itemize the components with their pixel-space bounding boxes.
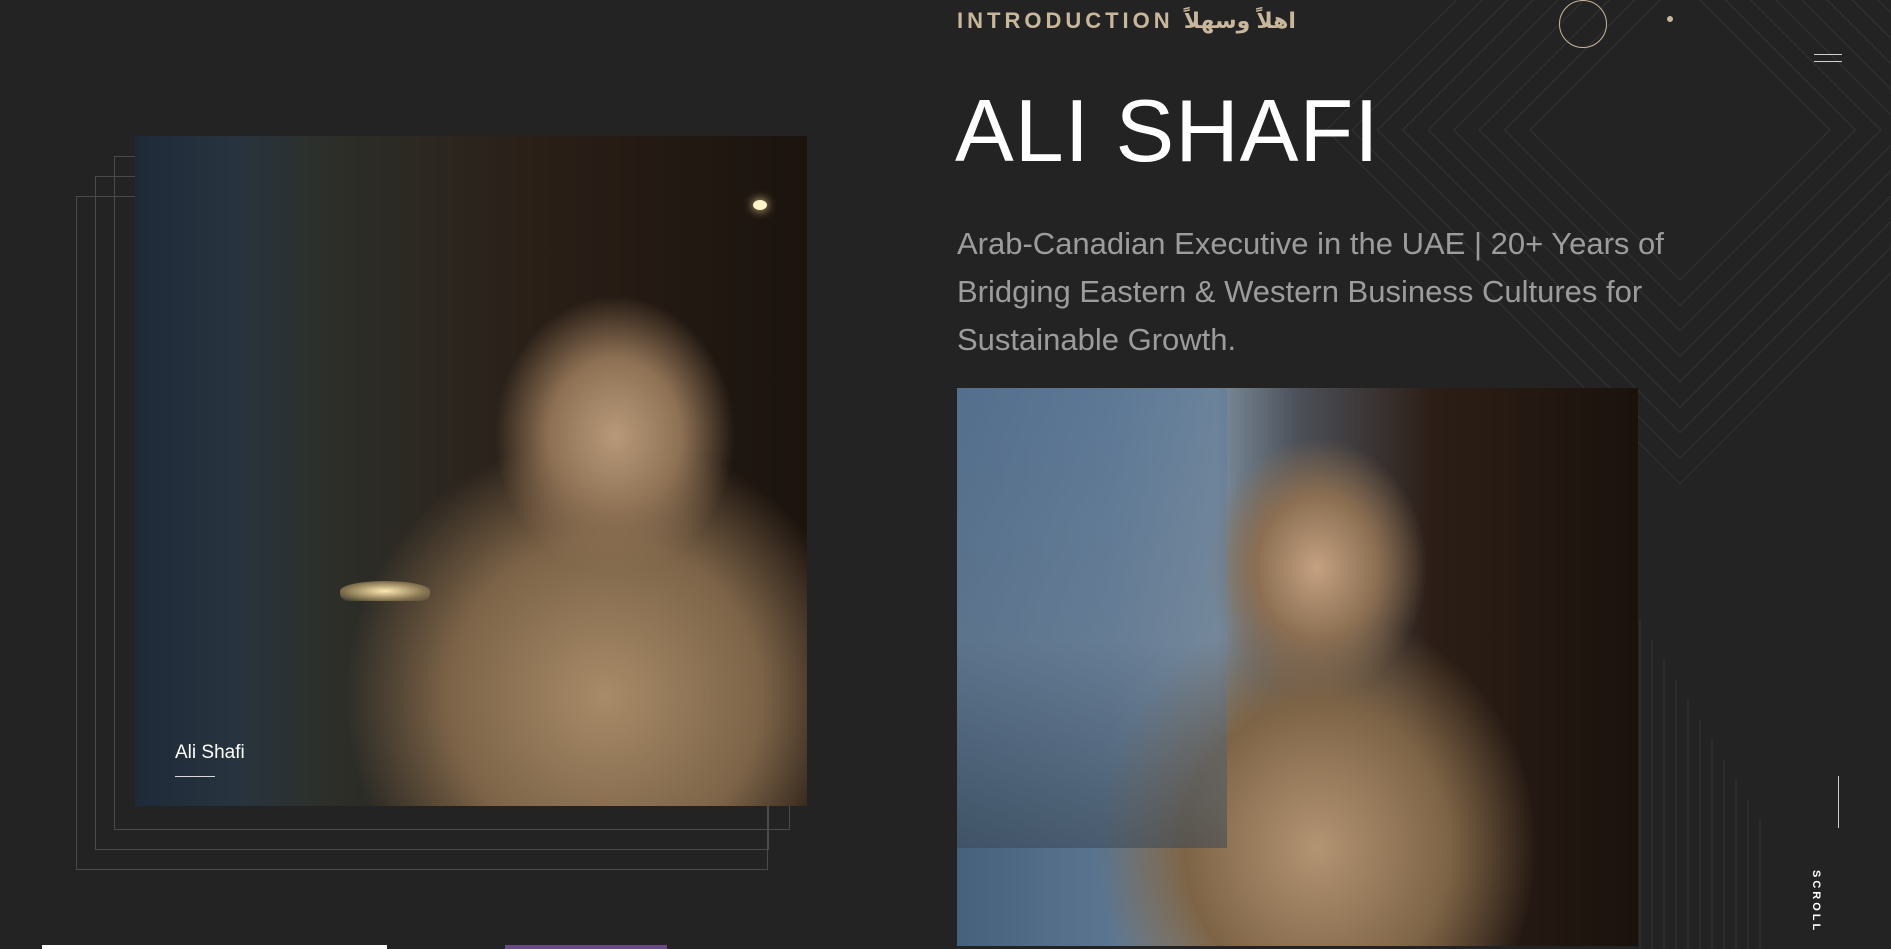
hero-subtitle: Arab-Canadian Executive in the UAE | 20+… bbox=[957, 226, 1664, 357]
section-intro-label: INTRODUCTION اهلاً وسهلاً bbox=[957, 8, 1296, 33]
menu-line bbox=[1814, 61, 1842, 62]
photo-caption: Ali Shafi bbox=[175, 742, 245, 763]
slider-progress-bar[interactable] bbox=[42, 945, 387, 949]
ceiling-light bbox=[753, 200, 767, 210]
circle-outline-icon[interactable] bbox=[1559, 0, 1607, 48]
scroll-indicator-line bbox=[1838, 776, 1839, 828]
hamburger-menu-icon[interactable] bbox=[1814, 52, 1842, 64]
caption-underline bbox=[175, 776, 215, 777]
slider-progress-segment[interactable] bbox=[505, 945, 667, 949]
scroll-label[interactable]: SCROLL bbox=[1810, 870, 1822, 933]
city-window-view bbox=[957, 388, 1227, 848]
dot-icon bbox=[1667, 16, 1673, 22]
menu-line bbox=[1814, 54, 1842, 55]
desk-lamp bbox=[340, 581, 430, 601]
portrait-photo-right[interactable] bbox=[957, 388, 1638, 946]
page-title: ALI SHAFI bbox=[955, 81, 1380, 180]
portrait-photo-left[interactable] bbox=[135, 136, 807, 806]
